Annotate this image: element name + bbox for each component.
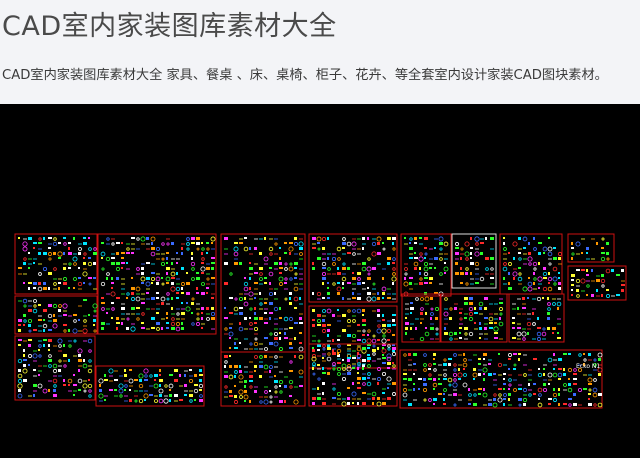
article-description: CAD室内家装图库素材大全 家具、餐桌 、床、桌椅、柜子、花卉、等全套室内设计家… [2,68,608,83]
cad-symbol-group [17,338,93,399]
cad-drawing: Ecko N1 [14,233,627,409]
cad-symbol-group [571,237,610,262]
article-header: CAD室内家装图库素材大全 CAD室内家装图库素材大全 家具、餐桌 、床、桌椅、… [0,0,640,104]
cad-sheet-frame [451,233,497,289]
cad-sheet-frame [567,233,615,263]
cad-symbol-group [403,236,449,297]
cad-symbol-group [100,236,216,332]
cad-symbol-group [224,354,304,405]
cad-sheet-frame [401,293,441,343]
cad-symbol-group [455,236,494,286]
cad-sheet-frame [220,233,306,353]
cad-symbol-group [311,308,396,369]
cad-symbol-group [18,237,97,292]
cad-symbol-group [312,236,397,302]
page-title: CAD室内家装图库素材大全 [2,11,337,42]
cad-symbol-group [224,237,304,352]
cad-symbol-group [402,352,603,408]
cad-sheet-frame [14,295,98,335]
cad-symbol-group [443,297,504,341]
cad-symbol-group [571,268,625,298]
cad-preview-image: Ecko N1 [0,104,640,458]
cad-sheet-frame [220,351,306,407]
cad-symbol-group [405,296,439,342]
cad-symbol-group [98,368,204,404]
cad-sheet-label: Ecko N1 [576,363,600,370]
cad-sheet-frame [400,233,452,297]
cad-symbol-group [18,298,98,334]
cad-symbol-group [502,236,563,292]
cad-symbol-group [512,296,562,341]
